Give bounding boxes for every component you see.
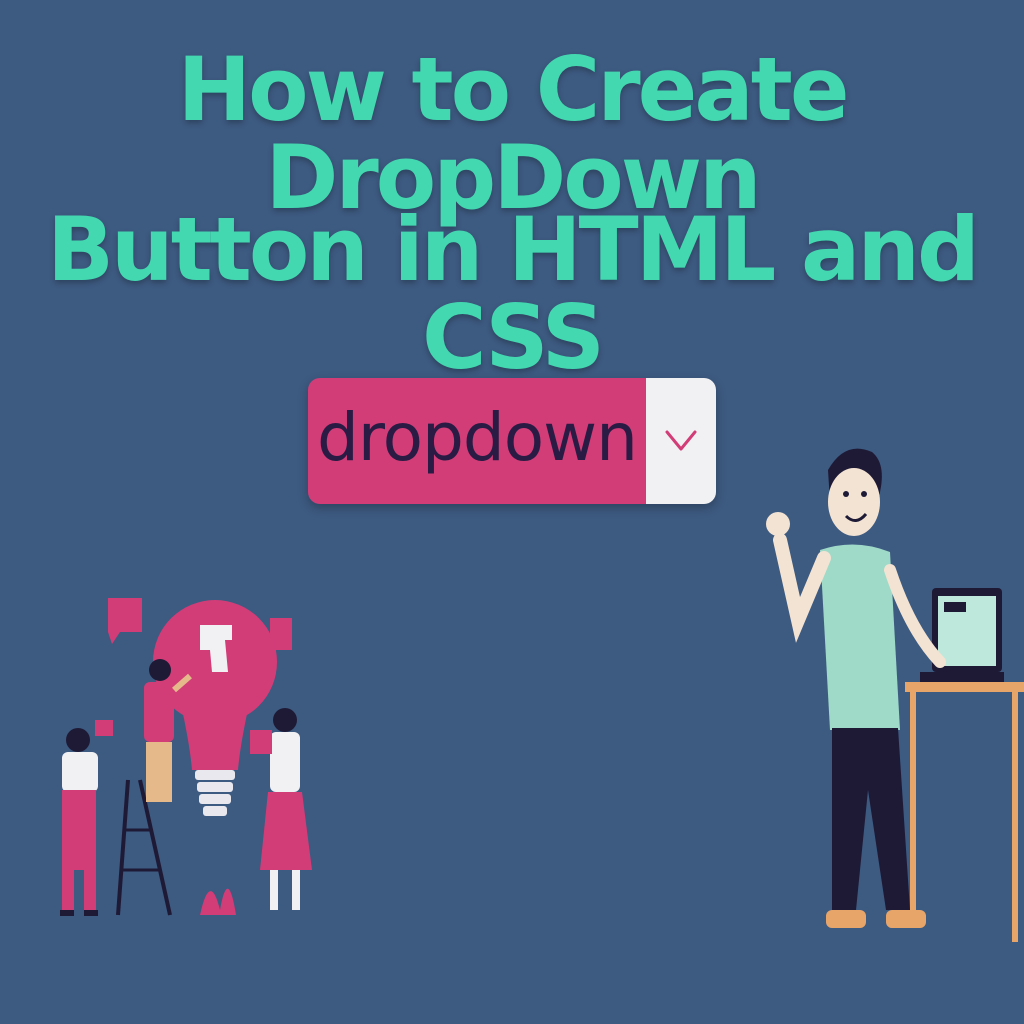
flag-left <box>108 598 142 644</box>
dropdown-caret[interactable] <box>646 378 716 504</box>
page-title-line-2: Button in HTML and CSS <box>46 198 980 389</box>
page-title-line-1: How to Create DropDown <box>177 38 850 229</box>
person-left <box>60 720 113 916</box>
team-lightbulb-illustration <box>60 598 312 916</box>
dropdown-label: dropdown <box>308 378 646 504</box>
plant-icon <box>200 888 236 915</box>
person-right <box>250 708 312 910</box>
chevron-down-icon <box>665 430 697 451</box>
laptop-icon <box>920 588 1004 682</box>
dropdown-button[interactable]: dropdown <box>308 378 716 504</box>
developer-laptop-illustration <box>766 448 1024 942</box>
desk <box>905 682 1024 942</box>
